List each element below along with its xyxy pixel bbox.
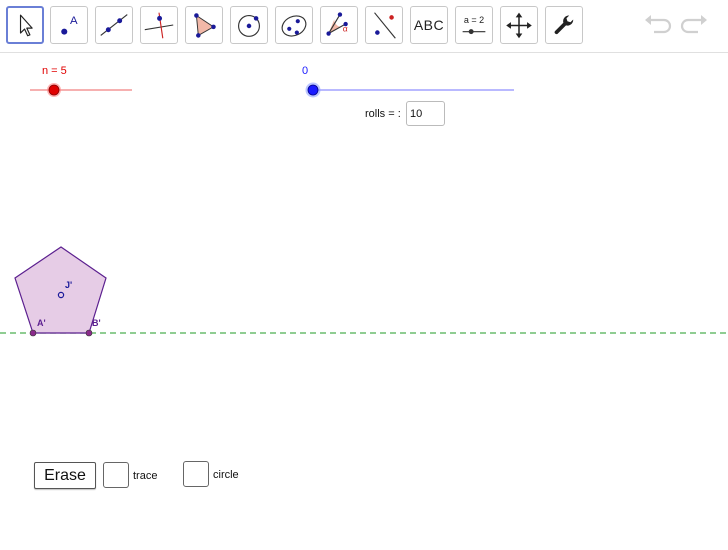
point-a[interactable]	[29, 329, 37, 337]
circle-checkbox[interactable]	[183, 461, 209, 487]
point-b[interactable]	[85, 329, 93, 337]
point-a-label: A'	[37, 318, 46, 328]
erase-button[interactable]: Erase	[34, 462, 96, 489]
trace-checkbox-label: trace	[133, 470, 158, 482]
circle-checkbox-label: circle	[213, 469, 239, 481]
trace-checkbox[interactable]	[103, 462, 129, 488]
point-j-label: J'	[65, 280, 73, 290]
point-b-label: B'	[92, 318, 101, 328]
